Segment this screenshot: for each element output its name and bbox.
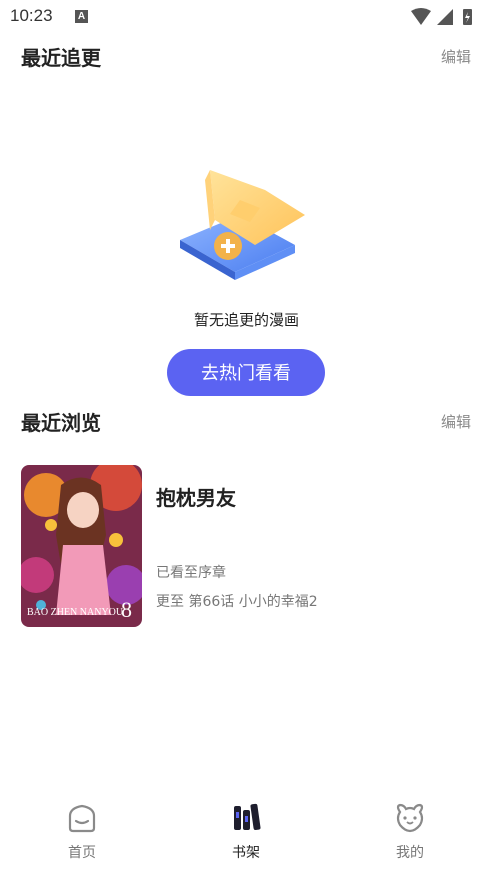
nav-label-bookshelf: 书架 bbox=[232, 845, 260, 861]
status-icons bbox=[411, 8, 472, 25]
empty-state-text: 暂无追更的漫画 bbox=[193, 311, 299, 329]
go-hot-button[interactable]: 去热门看看 bbox=[167, 349, 325, 396]
home-icon bbox=[68, 804, 96, 833]
empty-book-illustration bbox=[180, 170, 305, 280]
comic-cover-volume: 8 bbox=[121, 597, 132, 622]
status-time: 10:23 bbox=[10, 6, 53, 25]
recent-updates-edit-button[interactable]: 编辑 bbox=[441, 46, 471, 67]
bottom-nav: 首页 书架 我的 bbox=[0, 790, 493, 878]
comic-reading-progress: 已看至序章 bbox=[156, 565, 226, 581]
nav-item-profile[interactable]: 我的 bbox=[350, 790, 470, 870]
nav-item-bookshelf[interactable]: 书架 bbox=[186, 790, 306, 870]
comic-cover-image[interactable]: BAO ZHEN NANYOU 8 bbox=[21, 465, 142, 627]
status-bar: 10:23 A bbox=[0, 0, 493, 34]
comic-cover-caption: BAO ZHEN NANYOU bbox=[27, 607, 124, 618]
wifi-icon bbox=[411, 8, 431, 25]
recent-browse-title: 最近浏览 bbox=[21, 411, 101, 435]
nav-item-home[interactable]: 首页 bbox=[22, 790, 142, 870]
nav-label-profile: 我的 bbox=[396, 845, 424, 861]
nav-label-home: 首页 bbox=[68, 845, 96, 861]
comic-latest-update: 更至 第66话 小小的幸福2 bbox=[156, 594, 318, 610]
bookshelf-icon bbox=[234, 803, 261, 831]
recent-updates-title: 最近追更 bbox=[21, 46, 101, 70]
comic-title[interactable]: 抱枕男友 bbox=[156, 482, 236, 511]
recent-browse-edit-button[interactable]: 编辑 bbox=[441, 411, 471, 432]
signal-icon bbox=[437, 9, 453, 25]
a-icon: A bbox=[75, 10, 88, 23]
profile-icon bbox=[396, 803, 424, 833]
